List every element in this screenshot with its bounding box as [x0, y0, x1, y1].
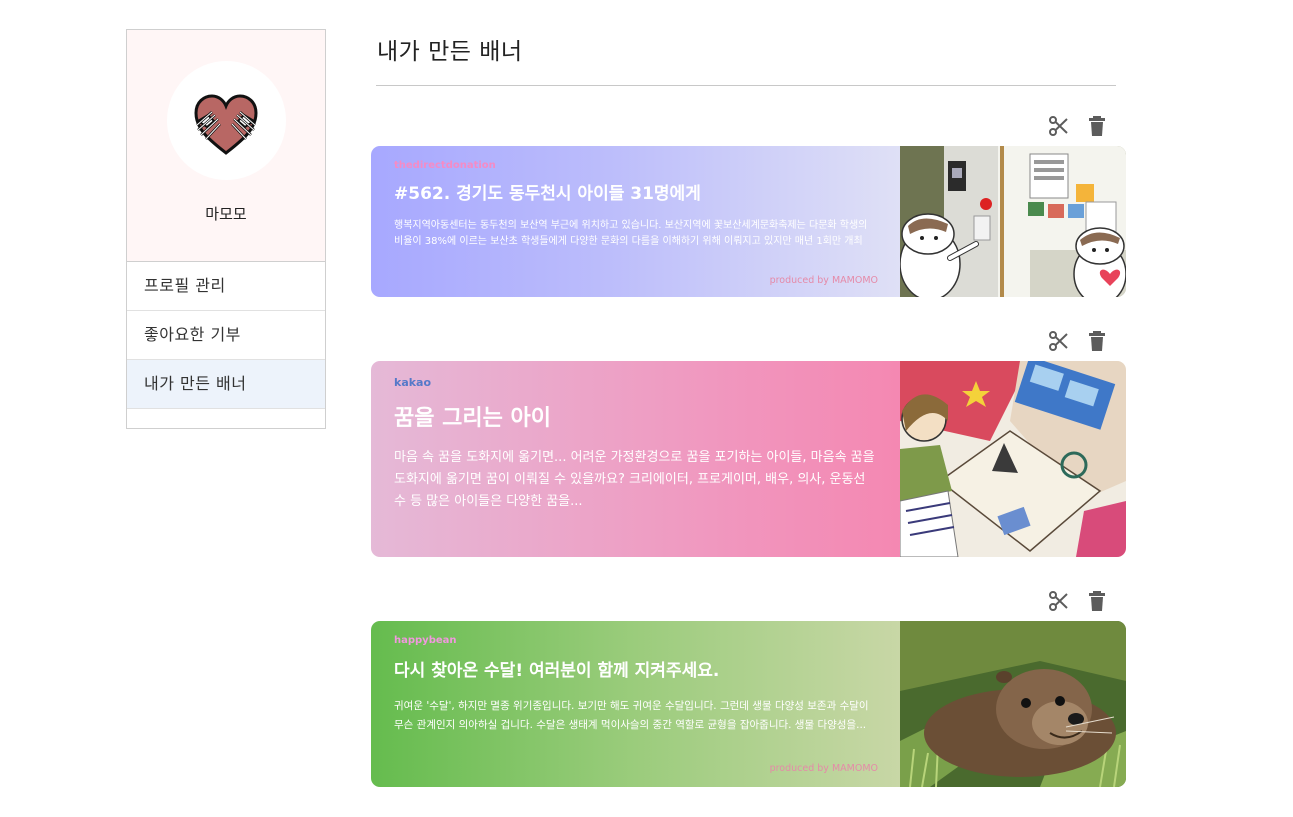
- sidebar: 마모모 프로필 관리 좋아요한 기부 내가 만든 배너: [126, 29, 326, 429]
- page-title: 내가 만든 배너: [377, 39, 523, 65]
- scissors-icon[interactable]: [1047, 589, 1071, 613]
- banner-card[interactable]: kakao 꿈을 그리는 아이 마음 속 꿈을 도화지에 옮기면... 어려운 …: [371, 361, 1126, 557]
- scissors-icon[interactable]: [1047, 114, 1071, 138]
- trash-icon[interactable]: [1085, 589, 1109, 613]
- banner-title: 다시 찾아온 수달! 여러분이 함께 지켜주세요.: [394, 661, 720, 681]
- banner-card[interactable]: thedirectdonation #562. 경기도 동두천시 아이들 31명…: [371, 146, 1126, 297]
- banner-credit: produced by MAMOMO: [769, 763, 878, 774]
- title-divider: [376, 85, 1116, 86]
- scissors-icon[interactable]: [1047, 329, 1071, 353]
- banner-credit: produced by MAMOMO: [769, 275, 878, 286]
- heart-hands-icon: [194, 94, 258, 155]
- profile-card: 마모모: [127, 30, 325, 262]
- banner-image: [900, 621, 1126, 787]
- banner-tools: [1047, 589, 1117, 613]
- banner-card[interactable]: happybean 다시 찾아온 수달! 여러분이 함께 지켜주세요. 귀여운 …: [371, 621, 1126, 787]
- banner-description: 귀여운 '수달', 하지만 멸종 위기종입니다. 보기만 해도 귀여운 수달입니…: [394, 700, 869, 731]
- banner-title: 꿈을 그리는 아이: [394, 406, 551, 431]
- banner-text-panel: kakao 꿈을 그리는 아이 마음 속 꿈을 도화지에 옮기면... 어려운 …: [371, 361, 900, 557]
- banner-source: kakao: [394, 376, 432, 389]
- banner-description: 마음 속 꿈을 도화지에 옮기면... 어려운 가정환경으로 꿈을 포기하는 아…: [394, 450, 875, 509]
- banner-source: thedirectdonation: [394, 160, 496, 171]
- sidebar-item-liked-donations[interactable]: 좋아요한 기부: [127, 311, 325, 360]
- avatar: [167, 61, 286, 180]
- username: 마모모: [205, 205, 247, 223]
- banner-text-panel: thedirectdonation #562. 경기도 동두천시 아이들 31명…: [371, 146, 900, 297]
- banner-tools: [1047, 329, 1117, 353]
- banner-image: [900, 146, 1126, 297]
- sidebar-item-my-banners[interactable]: 내가 만든 배너: [127, 360, 325, 409]
- banner-title: #562. 경기도 동두천시 아이들 31명에게: [394, 184, 701, 204]
- sidebar-item-profile[interactable]: 프로필 관리: [127, 262, 325, 311]
- banner-description: 행복지역아동센터는 동두천의 보산역 부근에 위치하고 있습니다. 보산지역에 …: [394, 220, 868, 247]
- banner-tools: [1047, 114, 1117, 138]
- trash-icon[interactable]: [1085, 114, 1109, 138]
- banner-image: [900, 361, 1126, 557]
- banner-source: happybean: [394, 635, 457, 646]
- trash-icon[interactable]: [1085, 329, 1109, 353]
- banner-text-panel: happybean 다시 찾아온 수달! 여러분이 함께 지켜주세요. 귀여운 …: [371, 621, 900, 787]
